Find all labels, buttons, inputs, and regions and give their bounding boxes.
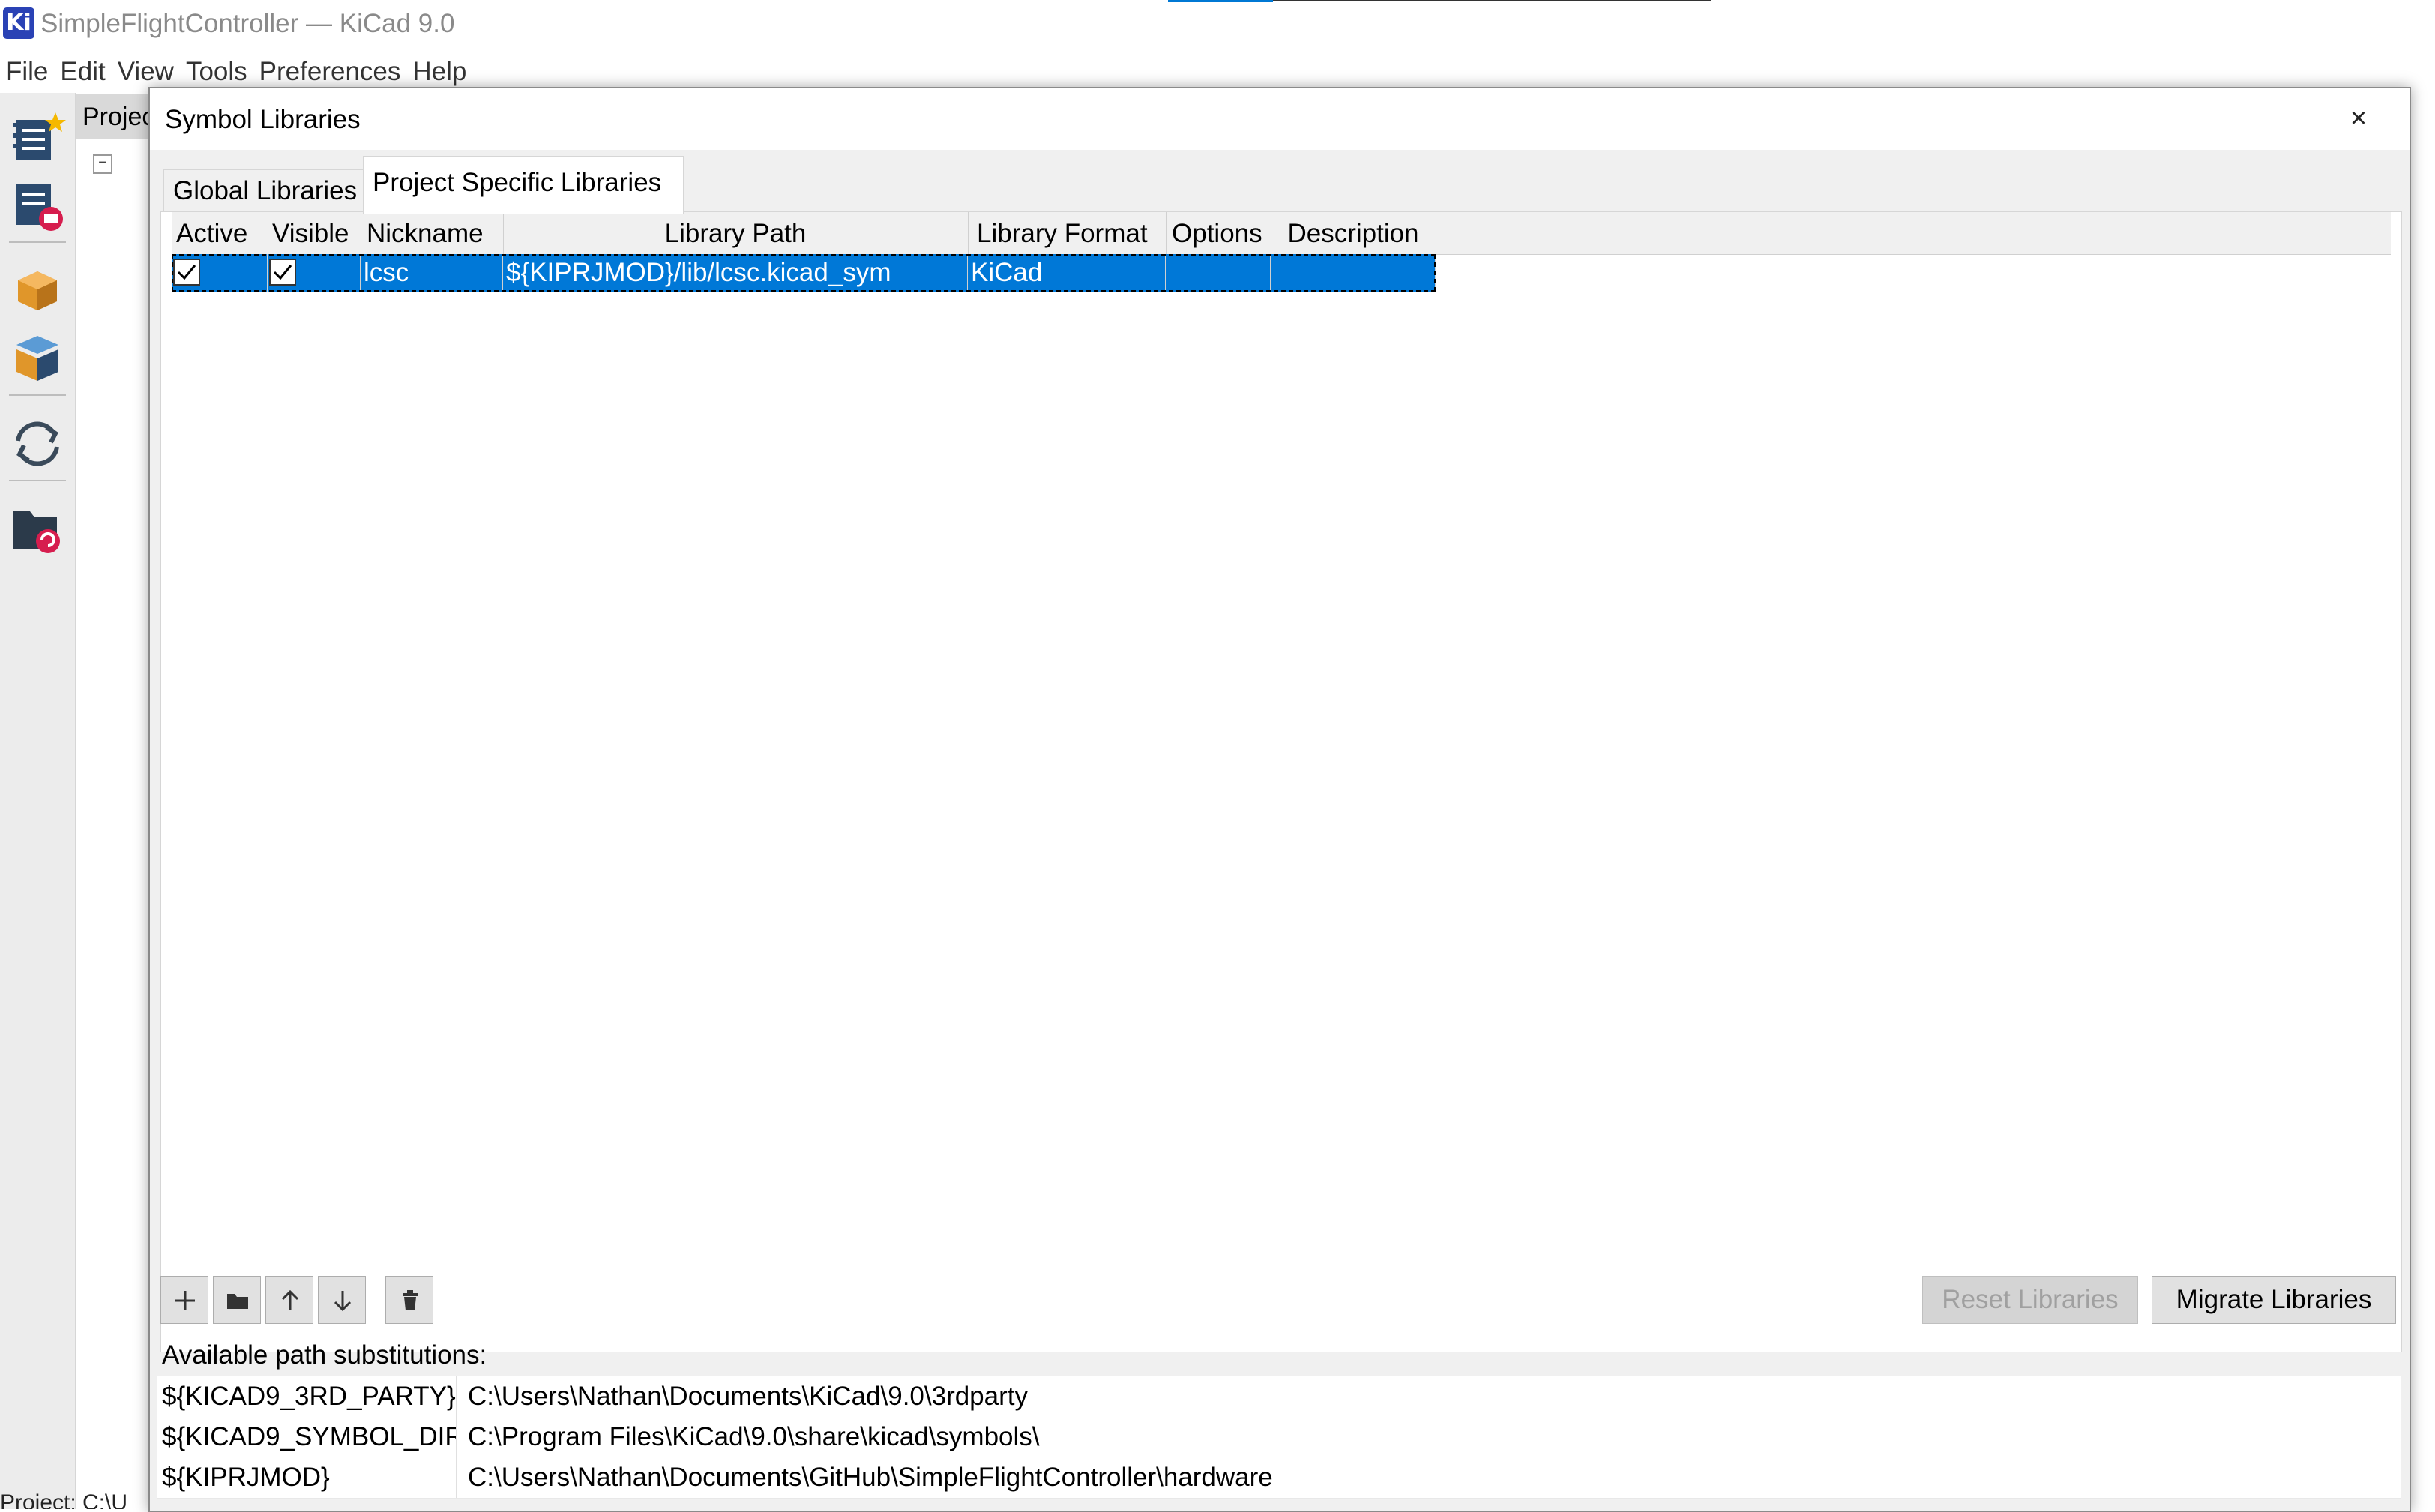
substitution-key: ${KIPRJMOD} bbox=[162, 1457, 457, 1498]
substitution-value: C:\Users\Nathan\Documents\KiCad\9.0\3rdp… bbox=[468, 1382, 1028, 1411]
cell-description[interactable] bbox=[1271, 254, 1436, 292]
menu-edit[interactable]: Edit bbox=[54, 54, 111, 90]
cell-library-format[interactable]: KiCad bbox=[968, 254, 1166, 292]
toolbar-separator bbox=[9, 480, 66, 481]
visible-checkbox[interactable] bbox=[269, 259, 296, 286]
reset-libraries-button[interactable]: Reset Libraries bbox=[1922, 1276, 2138, 1324]
substitution-key: ${KICAD9_SYMBOL_DIR} bbox=[162, 1417, 457, 1457]
column-header-description[interactable]: Description bbox=[1271, 212, 1436, 254]
title-accent-line bbox=[1273, 0, 1711, 1]
cell-nickname[interactable]: lcsc bbox=[361, 254, 503, 292]
substitution-value: C:\Users\Nathan\Documents\GitHub\SimpleF… bbox=[468, 1463, 1273, 1492]
cell-options[interactable] bbox=[1166, 254, 1271, 292]
arrow-up-icon[interactable] bbox=[265, 1276, 313, 1324]
update-refresh-icon[interactable] bbox=[9, 415, 66, 472]
path-substitutions-label: Available path substitutions: bbox=[162, 1340, 487, 1370]
menubar: File Edit View Tools Preferences Help bbox=[0, 54, 472, 90]
column-header-visible[interactable]: Visible bbox=[268, 212, 361, 254]
arrow-down-icon[interactable] bbox=[318, 1276, 366, 1324]
toolbar-separator bbox=[9, 241, 66, 243]
migrate-libraries-button[interactable]: Migrate Libraries bbox=[2152, 1276, 2396, 1324]
substitution-value: C:\Program Files\KiCad\9.0\share\kicad\s… bbox=[468, 1422, 1040, 1451]
list-item[interactable]: ${KICAD9_3RD_PARTY} C:\Users\Nathan\Docu… bbox=[157, 1376, 2401, 1418]
substitution-key: ${KICAD9_3RD_PARTY} bbox=[162, 1376, 457, 1417]
menu-preferences[interactable]: Preferences bbox=[253, 54, 407, 90]
main-titlebar: Ki SimpleFlightController — KiCad 9.0 bbox=[0, 0, 2435, 51]
list-item[interactable]: ${KICAD9_SYMBOL_DIR} C:\Program Files\Ki… bbox=[157, 1417, 2401, 1458]
menu-view[interactable]: View bbox=[112, 54, 180, 90]
symbol-libraries-dialog: Symbol Libraries × Global Libraries Proj… bbox=[148, 87, 2411, 1512]
title-accent-bar bbox=[1168, 0, 1273, 2]
grid-header: Active Visible Nickname Library Path Lib… bbox=[172, 212, 2391, 255]
left-toolbar bbox=[0, 93, 76, 1509]
dialog-titlebar: Symbol Libraries × bbox=[150, 88, 2410, 150]
folder-icon[interactable] bbox=[213, 1276, 261, 1324]
pcb-editor-icon[interactable] bbox=[9, 177, 66, 234]
trash-icon[interactable] bbox=[385, 1276, 433, 1324]
status-bar-text: Project: C:\U bbox=[0, 1490, 128, 1509]
tab-project-specific-libraries[interactable]: Project Specific Libraries bbox=[363, 156, 684, 214]
column-header-library-path[interactable]: Library Path bbox=[503, 212, 969, 254]
close-icon[interactable]: × bbox=[2339, 99, 2378, 138]
column-header-active[interactable]: Active bbox=[172, 212, 268, 254]
menu-tools[interactable]: Tools bbox=[180, 54, 253, 90]
column-header-library-format[interactable]: Library Format bbox=[968, 212, 1167, 254]
list-item[interactable]: ${KIPRJMOD} C:\Users\Nathan\Documents\Gi… bbox=[157, 1457, 2401, 1499]
tab-global-libraries[interactable]: Global Libraries bbox=[163, 169, 379, 212]
tree-collapse-icon[interactable]: − bbox=[93, 154, 112, 174]
3d-viewer-icon[interactable] bbox=[9, 330, 66, 387]
cell-visible[interactable] bbox=[268, 254, 361, 292]
column-header-nickname[interactable]: Nickname bbox=[361, 212, 504, 254]
tab-panel: Active Visible Nickname Library Path Lib… bbox=[160, 211, 2402, 1352]
column-header-options[interactable]: Options bbox=[1166, 212, 1271, 254]
archive-project-icon[interactable] bbox=[9, 501, 66, 558]
dialog-title: Symbol Libraries bbox=[165, 105, 361, 134]
cell-library-path[interactable]: ${KIPRJMOD}/lib/lcsc.kicad_sym bbox=[503, 254, 968, 292]
schematic-editor-icon[interactable] bbox=[9, 109, 66, 166]
plus-icon[interactable] bbox=[160, 1276, 208, 1324]
footprint-editor-icon[interactable] bbox=[9, 262, 66, 319]
kicad-logo-icon: Ki bbox=[3, 7, 34, 39]
active-checkbox[interactable] bbox=[173, 259, 200, 286]
window-title: SimpleFlightController — KiCad 9.0 bbox=[40, 9, 455, 38]
menu-help[interactable]: Help bbox=[406, 54, 472, 90]
menu-file[interactable]: File bbox=[0, 54, 54, 90]
table-row[interactable]: lcsc ${KIPRJMOD}/lib/lcsc.kicad_sym KiCa… bbox=[172, 254, 1436, 292]
toolbar-separator bbox=[9, 394, 66, 396]
cell-active[interactable] bbox=[172, 254, 268, 292]
